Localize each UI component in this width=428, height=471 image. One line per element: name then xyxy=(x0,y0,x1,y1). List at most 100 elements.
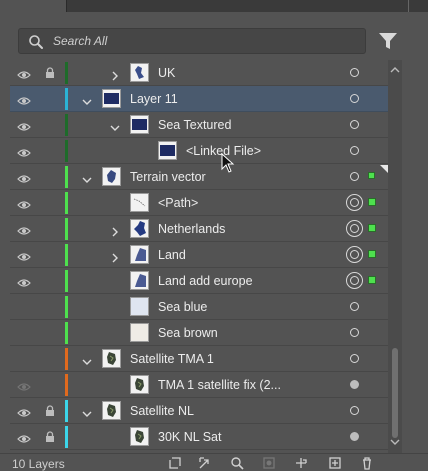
target-icon[interactable] xyxy=(346,246,363,263)
visibility-eye-icon[interactable] xyxy=(17,405,31,417)
layer-row[interactable]: Layer 11 xyxy=(10,86,388,112)
target-icon[interactable] xyxy=(350,120,359,129)
collect-for-export-icon[interactable] xyxy=(168,456,182,470)
visibility-eye-icon[interactable] xyxy=(17,119,31,131)
target-icon[interactable] xyxy=(346,220,363,237)
target-icon[interactable] xyxy=(350,432,359,441)
visibility-eye-icon[interactable] xyxy=(17,93,31,105)
layer-color-bar xyxy=(65,322,68,344)
layer-color-bar xyxy=(65,166,68,188)
chevron-down-icon[interactable] xyxy=(82,406,92,417)
make-clipping-mask-icon[interactable] xyxy=(262,456,276,470)
locate-object-icon[interactable] xyxy=(198,456,212,470)
layer-name[interactable]: Satellite NL xyxy=(130,404,194,418)
target-icon[interactable] xyxy=(350,406,359,415)
layer-name[interactable]: Sea Textured xyxy=(158,118,231,132)
layer-name[interactable]: 30K NL Sat xyxy=(158,430,221,444)
layer-name[interactable]: Sea brown xyxy=(158,326,218,340)
layer-row[interactable]: Land xyxy=(10,242,388,268)
layer-row[interactable]: Satellite TMA 1 xyxy=(10,346,388,372)
selection-indicator[interactable] xyxy=(368,224,376,232)
layer-name[interactable]: Land add europe xyxy=(158,274,253,288)
target-icon[interactable] xyxy=(346,194,363,211)
layer-row[interactable]: TMA 1 satellite fix (2... xyxy=(10,372,388,398)
selection-indicator[interactable] xyxy=(368,276,376,284)
panel-tab-bar xyxy=(0,0,428,12)
layer-name[interactable]: Satellite TMA 1 xyxy=(130,352,214,366)
layer-row[interactable]: Sea brown xyxy=(10,320,388,346)
layer-color-bar xyxy=(65,296,68,318)
target-icon[interactable] xyxy=(350,380,359,389)
layer-row[interactable]: Sea Textured xyxy=(10,112,388,138)
layer-color-bar xyxy=(65,400,68,422)
tab-layers[interactable] xyxy=(0,0,67,12)
visibility-eye-icon[interactable] xyxy=(17,249,31,261)
layer-row[interactable]: Terrain vector xyxy=(10,164,388,190)
layer-row[interactable]: Sea blue xyxy=(10,294,388,320)
layer-color-bar xyxy=(65,62,68,84)
target-icon[interactable] xyxy=(350,146,359,155)
chevron-down-icon[interactable] xyxy=(82,94,92,105)
layer-color-bar xyxy=(65,244,68,266)
layer-row[interactable]: Satellite NL xyxy=(10,398,388,424)
layer-name[interactable]: <Path> xyxy=(158,196,198,210)
search-icon[interactable] xyxy=(230,456,244,470)
lock-icon[interactable] xyxy=(45,66,55,78)
layer-name[interactable]: TMA 1 satellite fix (2... xyxy=(158,378,281,392)
layer-name[interactable]: Netherlands xyxy=(158,222,225,236)
new-layer-icon[interactable] xyxy=(328,456,342,470)
chevron-right-icon[interactable] xyxy=(110,224,120,237)
selection-indicator[interactable] xyxy=(368,250,376,258)
visibility-eye-icon[interactable] xyxy=(17,431,31,443)
create-sublayer-icon[interactable] xyxy=(294,456,308,470)
chevron-down-icon[interactable] xyxy=(110,120,120,131)
lock-icon[interactable] xyxy=(45,430,55,442)
scroll-down-icon[interactable] xyxy=(390,438,400,446)
visibility-eye-icon[interactable] xyxy=(17,171,31,183)
trash-icon[interactable] xyxy=(360,456,374,470)
layer-row[interactable]: UK xyxy=(10,60,388,86)
layer-count: 10 Layers xyxy=(12,457,65,471)
selection-indicator[interactable] xyxy=(368,172,375,179)
layer-thumbnail xyxy=(158,141,177,160)
visibility-eye-icon[interactable] xyxy=(17,145,31,157)
layer-thumbnail xyxy=(102,401,121,420)
lock-icon[interactable] xyxy=(45,404,55,416)
mouse-cursor-icon xyxy=(221,153,235,173)
visibility-eye-icon[interactable] xyxy=(17,275,31,287)
selection-indicator[interactable] xyxy=(368,198,376,206)
visibility-eye-icon[interactable] xyxy=(17,379,31,391)
layer-name[interactable]: UK xyxy=(158,66,175,80)
layer-thumbnail xyxy=(130,63,149,82)
chevron-right-icon[interactable] xyxy=(110,68,120,81)
visibility-eye-icon[interactable] xyxy=(17,197,31,209)
visibility-eye-icon[interactable] xyxy=(17,223,31,235)
target-icon[interactable] xyxy=(350,302,359,311)
filter-icon[interactable] xyxy=(377,30,399,52)
layer-row[interactable]: 30K NL Sat xyxy=(10,424,388,450)
target-icon[interactable] xyxy=(350,172,359,181)
target-icon[interactable] xyxy=(346,272,363,289)
layer-thumbnail xyxy=(130,193,149,212)
layer-row[interactable]: <Linked File> xyxy=(10,138,388,164)
visibility-eye-icon[interactable] xyxy=(17,67,31,79)
layer-row[interactable]: <Path> xyxy=(10,190,388,216)
layer-row[interactable]: Land add europe xyxy=(10,268,388,294)
layer-color-bar xyxy=(65,348,68,370)
layer-row[interactable]: Netherlands xyxy=(10,216,388,242)
layer-name[interactable]: Terrain vector xyxy=(130,170,206,184)
target-icon[interactable] xyxy=(350,94,359,103)
scrollbar-thumb[interactable] xyxy=(392,348,398,438)
layer-name[interactable]: Land xyxy=(158,248,186,262)
layer-name[interactable]: Layer 11 xyxy=(130,92,178,106)
layers-scrollbar[interactable] xyxy=(388,60,402,453)
chevron-right-icon[interactable] xyxy=(110,250,120,263)
layer-name[interactable]: Sea blue xyxy=(158,300,207,314)
target-icon[interactable] xyxy=(350,68,359,77)
chevron-down-icon[interactable] xyxy=(82,354,92,365)
chevron-down-icon[interactable] xyxy=(82,172,92,183)
target-icon[interactable] xyxy=(350,328,359,337)
target-icon[interactable] xyxy=(350,354,359,363)
search-input[interactable] xyxy=(53,32,353,50)
scroll-up-icon[interactable] xyxy=(390,66,400,74)
